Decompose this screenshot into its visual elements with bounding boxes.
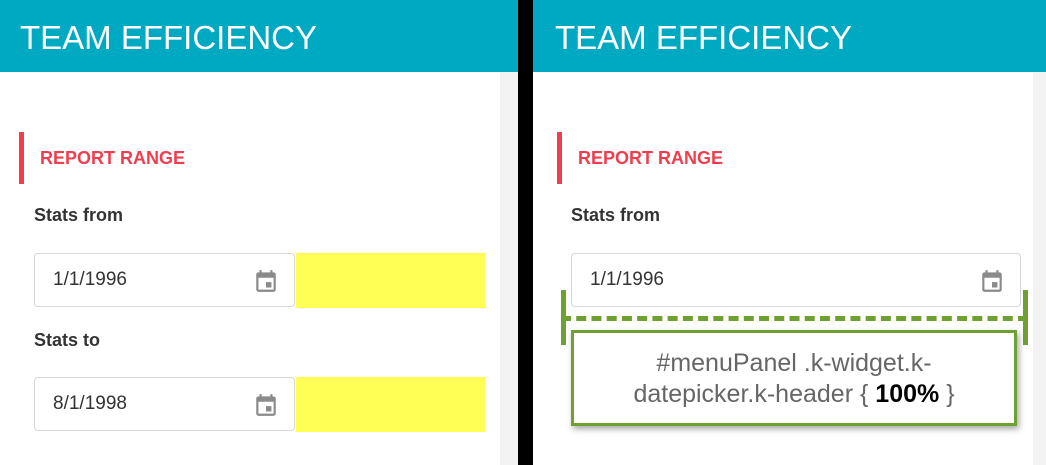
stats-from-datepicker[interactable]: 1/1/1996 bbox=[571, 253, 1021, 307]
annotation-selector-line2: datepicker.k-header { 100% } bbox=[574, 379, 1014, 410]
header-bar: TEAM EFFICIENCY bbox=[533, 0, 1046, 72]
page-title: TEAM EFFICIENCY bbox=[555, 19, 853, 56]
calendar-icon[interactable] bbox=[979, 268, 1005, 294]
left-panel: TEAM EFFICIENCY REPORT RANGE Stats from … bbox=[0, 0, 518, 465]
scroll-strip bbox=[1033, 72, 1046, 465]
annotation-width-line bbox=[561, 316, 1028, 321]
stats-from-label: Stats from bbox=[34, 205, 124, 225]
annotation-close-brace: } bbox=[946, 380, 955, 408]
annotation-selector-text: datepicker.k-header bbox=[633, 380, 854, 408]
highlight-region bbox=[296, 377, 485, 432]
calendar-icon[interactable] bbox=[253, 268, 279, 294]
highlight-region bbox=[296, 253, 485, 308]
annotation-value: 100% bbox=[875, 380, 940, 408]
scroll-strip bbox=[500, 72, 518, 465]
page-title: TEAM EFFICIENCY bbox=[20, 19, 318, 56]
css-annotation-box: #menuPanel .k-widget.k- datepicker.k-hea… bbox=[571, 330, 1017, 426]
stats-to-label: Stats to bbox=[34, 330, 101, 350]
annotation-open-brace: { bbox=[859, 380, 869, 408]
annotation-selector-line1: #menuPanel .k-widget.k- bbox=[656, 349, 932, 377]
section-title: REPORT RANGE bbox=[40, 148, 186, 168]
stats-from-input[interactable]: 1/1/1996 bbox=[53, 269, 127, 291]
right-panel: TEAM EFFICIENCY REPORT RANGE Stats from … bbox=[533, 0, 1046, 465]
stats-to-datepicker[interactable]: 8/1/1998 bbox=[34, 377, 295, 431]
stats-from-datepicker[interactable]: 1/1/1996 bbox=[34, 253, 295, 307]
stats-from-input[interactable]: 1/1/1996 bbox=[590, 269, 664, 291]
header-bar: TEAM EFFICIENCY bbox=[0, 0, 518, 72]
stats-from-label: Stats from bbox=[571, 205, 661, 225]
stats-to-input[interactable]: 8/1/1998 bbox=[53, 393, 127, 415]
calendar-icon[interactable] bbox=[253, 392, 279, 418]
section-title: REPORT RANGE bbox=[578, 148, 724, 168]
section-accent-bar bbox=[19, 132, 24, 184]
section-accent-bar bbox=[557, 132, 562, 184]
